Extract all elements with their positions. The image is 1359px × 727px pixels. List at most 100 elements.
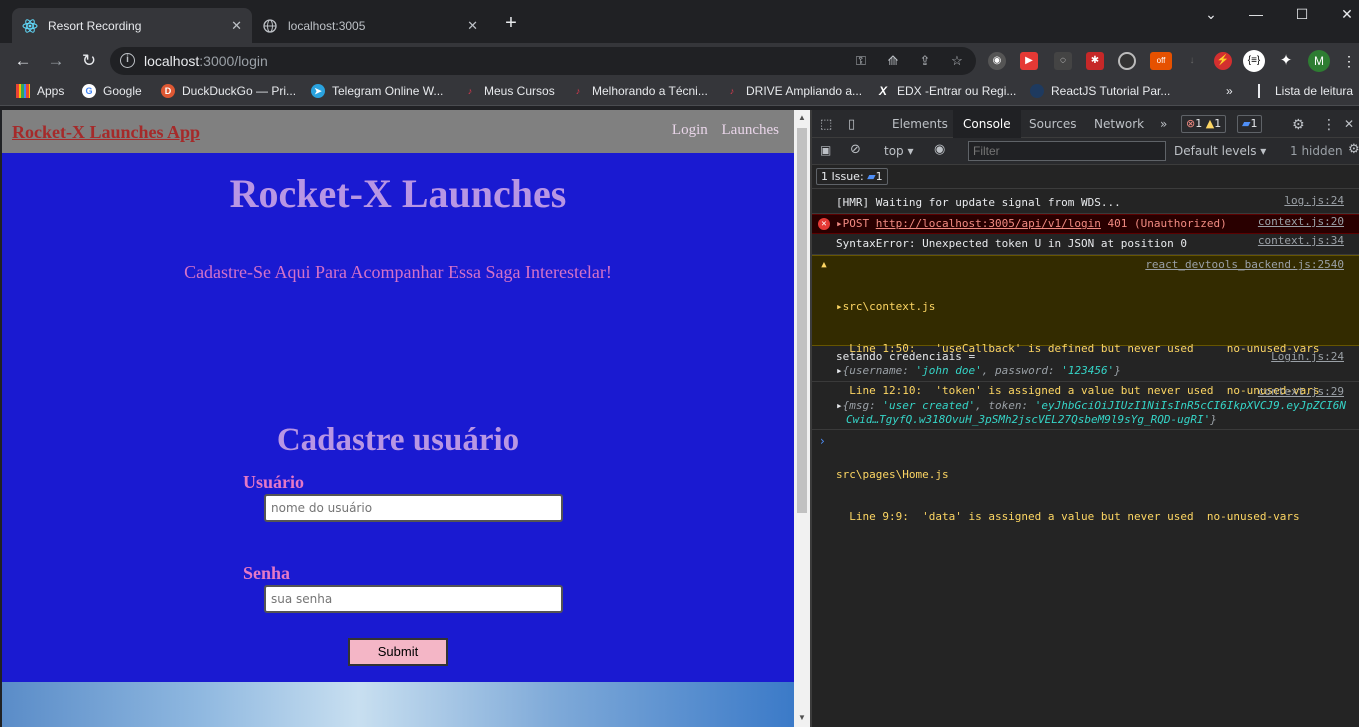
bookmark-drive[interactable]: ♪ DRIVE Ampliando a... bbox=[725, 84, 862, 98]
brand-link[interactable]: Rocket-X Launches App bbox=[12, 122, 200, 143]
username-input[interactable] bbox=[264, 494, 563, 522]
console-message-error: ✕ ▸POST http://localhost:3005/api/v1/log… bbox=[812, 214, 1359, 234]
site-navbar: Rocket-X Launches App Login Launches bbox=[2, 110, 794, 153]
page-scrollbar[interactable]: ▲ ▼ bbox=[794, 110, 810, 727]
submit-button[interactable]: Submit bbox=[348, 638, 448, 666]
gear-icon[interactable]: ⚙ bbox=[1292, 117, 1305, 133]
tab-resort-recording[interactable]: Resort Recording ✕ bbox=[12, 8, 252, 43]
close-icon[interactable]: ✕ bbox=[231, 18, 242, 34]
expand-arrow-icon[interactable]: ▸ bbox=[836, 364, 843, 377]
extension-icon[interactable]: ⚡ bbox=[1214, 52, 1232, 70]
extension-icon[interactable]: ◌ bbox=[1054, 52, 1072, 70]
request-url-link[interactable]: http://localhost:3005/api/v1/login bbox=[876, 217, 1101, 230]
telegram-icon: ➤ bbox=[311, 84, 325, 98]
bookmark-meus-cursos[interactable]: ♪ Meus Cursos bbox=[463, 84, 555, 98]
clear-console-icon[interactable]: ⊘ bbox=[850, 142, 861, 157]
source-link[interactable]: log.js:24 bbox=[1284, 194, 1344, 208]
eye-icon[interactable]: ◉ bbox=[934, 142, 945, 157]
background-image bbox=[2, 682, 794, 727]
log-levels-dropdown[interactable]: Default levels ▾ bbox=[1174, 144, 1266, 158]
music-note-icon: ♪ bbox=[575, 86, 581, 96]
source-link[interactable]: context.js:20 bbox=[1258, 215, 1344, 229]
password-label: Senha bbox=[243, 563, 291, 583]
more-tabs-icon[interactable]: » bbox=[1160, 117, 1167, 131]
context-selector[interactable]: top ▾ bbox=[884, 144, 914, 158]
key-icon[interactable]: ⚿ bbox=[852, 52, 870, 70]
warning-icon: ▲ bbox=[821, 260, 827, 270]
response-object[interactable]: ▸{msg: 'user created', token: 'eyJhbGciO… bbox=[836, 399, 1351, 413]
inspect-icon[interactable]: ⬚ bbox=[820, 117, 832, 132]
maximize-button[interactable]: ☐ bbox=[1292, 6, 1312, 23]
page-title: Rocket-X Launches bbox=[229, 171, 567, 216]
tab-network[interactable]: Network bbox=[1094, 117, 1144, 131]
puzzle-icon[interactable]: ✦ bbox=[1277, 52, 1295, 70]
bookmark-duckduckgo[interactable]: D DuckDuckGo — Pri... bbox=[161, 84, 296, 98]
password-input[interactable] bbox=[264, 585, 563, 613]
info-badge[interactable]: ▰1 bbox=[1237, 115, 1263, 133]
expand-arrow-icon[interactable]: ▸ bbox=[836, 399, 843, 412]
bookmark-reactjs[interactable]: ReactJS Tutorial Par... bbox=[1030, 84, 1170, 98]
back-button[interactable]: ← bbox=[12, 50, 34, 72]
scroll-up-icon[interactable]: ▲ bbox=[797, 113, 807, 122]
device-toggle-icon[interactable]: ▯ bbox=[848, 117, 855, 132]
record-extension-icon[interactable]: ▶ bbox=[1020, 52, 1038, 70]
source-link[interactable]: react_devtools_backend.js:2540 bbox=[1145, 258, 1344, 272]
close-devtools-icon[interactable]: ✕ bbox=[1344, 117, 1354, 131]
menu-icon[interactable]: ⋮ bbox=[1340, 52, 1358, 70]
minimize-button[interactable]: — bbox=[1246, 6, 1266, 22]
scroll-down-icon[interactable]: ▼ bbox=[797, 713, 807, 722]
extension-off-icon[interactable]: off bbox=[1150, 52, 1172, 70]
form-title: Cadastre usuário bbox=[276, 422, 520, 458]
kebab-menu-icon[interactable]: ⋮ bbox=[1322, 117, 1336, 133]
console-toolbar: ▣ ⊘ top ▾ ◉ Default levels ▾ 1 hidden ⚙ bbox=[812, 138, 1359, 165]
bookmark-melhorando[interactable]: ♪ Melhorando a Técni... bbox=[571, 84, 708, 98]
bookmark-telegram[interactable]: ➤ Telegram Online W... bbox=[311, 84, 443, 98]
forward-button[interactable]: → bbox=[45, 50, 67, 72]
nav-launches-link[interactable]: Launches bbox=[722, 122, 779, 138]
tab-console[interactable]: Console bbox=[953, 110, 1021, 138]
source-link[interactable]: Login.js:24 bbox=[1271, 350, 1344, 364]
source-link[interactable]: context.js:29 bbox=[1258, 385, 1344, 399]
reading-list[interactable]: Lista de leitura bbox=[1258, 84, 1353, 98]
extension-icon[interactable]: ✱ bbox=[1086, 52, 1104, 70]
filter-input[interactable] bbox=[968, 141, 1166, 161]
scroll-thumb[interactable] bbox=[797, 128, 807, 513]
tab-sources[interactable]: Sources bbox=[1029, 117, 1076, 131]
expand-arrow-icon[interactable]: ▸ bbox=[836, 300, 843, 313]
new-tab-button[interactable]: + bbox=[500, 12, 522, 35]
address-bar[interactable]: i localhost:3000/login ⚿ ⟰ ⇪ ☆ bbox=[110, 47, 976, 75]
more-bookmarks-icon[interactable]: » bbox=[1226, 84, 1233, 98]
close-window-button[interactable]: ✕ bbox=[1337, 6, 1357, 23]
console-message-hmr: [HMR] Waiting for update signal from WDS… bbox=[812, 194, 1359, 214]
expand-arrow-icon[interactable]: ▸ bbox=[836, 217, 843, 230]
tab-localhost-3005[interactable]: localhost:3005 ✕ bbox=[252, 8, 488, 43]
error-warning-badge[interactable]: ⊗1 ▲1 bbox=[1181, 115, 1227, 133]
avatar[interactable]: M bbox=[1308, 50, 1330, 72]
download-icon[interactable]: ↓ bbox=[1183, 52, 1201, 70]
bookmark-star-icon[interactable]: ☆ bbox=[948, 52, 966, 70]
console-settings-icon[interactable]: ⚙ bbox=[1348, 142, 1359, 157]
page-viewport: Rocket-X Launches App Login Launches Roc… bbox=[2, 110, 794, 727]
share-icon[interactable]: ⇪ bbox=[916, 52, 934, 70]
credentials-object[interactable]: ▸{username: 'john doe', password: '12345… bbox=[836, 364, 1351, 378]
target-extension-icon[interactable] bbox=[1118, 52, 1136, 70]
sidebar-toggle-icon[interactable]: ▣ bbox=[820, 143, 831, 157]
tab-search-icon[interactable]: ⌄ bbox=[1201, 6, 1221, 23]
bookmark-google[interactable]: G Google bbox=[82, 84, 142, 98]
json-extension-icon[interactable]: {≡} bbox=[1243, 50, 1265, 72]
reload-button[interactable]: ↻ bbox=[78, 50, 100, 72]
bookmark-apps[interactable]: Apps bbox=[16, 84, 64, 98]
info-icon[interactable]: i bbox=[120, 53, 135, 68]
console-message-syntaxerror: SyntaxError: Unexpected token U in JSON … bbox=[812, 234, 1359, 255]
close-icon[interactable]: ✕ bbox=[467, 18, 478, 34]
console-prompt[interactable]: › bbox=[820, 434, 825, 448]
extension-icon[interactable]: ◉ bbox=[988, 52, 1006, 70]
nav-login-link[interactable]: Login bbox=[672, 122, 708, 138]
translate-icon[interactable]: ⟰ bbox=[884, 52, 902, 70]
tab-strip: Resort Recording ✕ localhost:3005 ✕ + ⌄ … bbox=[0, 0, 1359, 43]
issues-button[interactable]: 1 Issue: ▰1 bbox=[816, 168, 888, 185]
tab-elements[interactable]: Elements bbox=[892, 117, 948, 131]
source-link[interactable]: context.js:34 bbox=[1258, 234, 1344, 248]
bookmark-edx[interactable]: X EDX -Entrar ou Regi... bbox=[876, 84, 1016, 98]
warning-icon: ▲ bbox=[1205, 117, 1215, 130]
